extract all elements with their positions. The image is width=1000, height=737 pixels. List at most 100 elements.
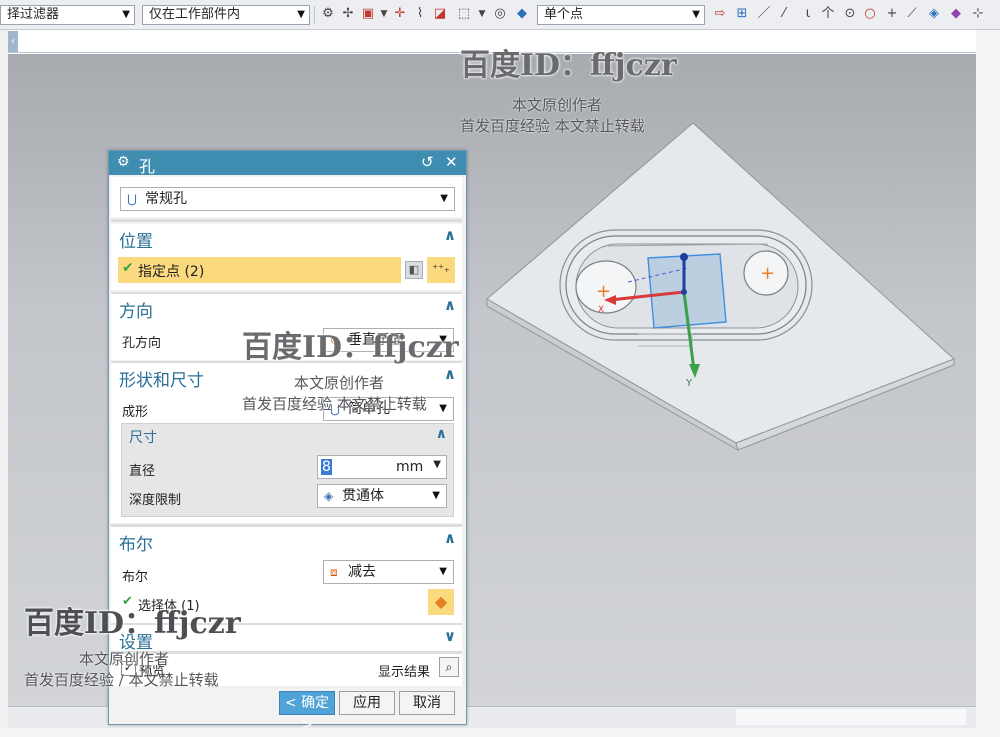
deselect-icon[interactable]: ✢ bbox=[340, 5, 356, 23]
quadrant-point-icon[interactable]: ○ bbox=[862, 5, 878, 23]
curve-rule-icon[interactable]: ⌇ bbox=[412, 5, 428, 23]
specify-point-label: 指定点 (2) bbox=[138, 264, 205, 280]
watermark-line2: 首发百度经验 / 本文禁止转载 bbox=[24, 671, 219, 689]
watermark-line1: 本文原创作者 bbox=[79, 650, 170, 668]
window-frame-bottom bbox=[0, 728, 1000, 737]
chevron-down-icon: ▼ bbox=[432, 490, 440, 501]
direction-section-header[interactable]: 方向 ∧ bbox=[111, 294, 462, 322]
diameter-value[interactable]: 8 bbox=[321, 459, 332, 475]
chevron-up-icon[interactable]: ∧ bbox=[436, 426, 447, 442]
watermark-line1: 本文原创作者 bbox=[294, 374, 385, 392]
chevron-down-icon[interactable]: ∨ bbox=[444, 627, 456, 645]
hole-center-marker: + bbox=[760, 263, 775, 284]
snap-point-value: 单个点 bbox=[544, 7, 584, 22]
body-select-icon[interactable]: ◆ bbox=[514, 5, 530, 23]
check-icon: ✔ bbox=[122, 260, 134, 276]
boolean-section-title: 布尔 bbox=[119, 535, 153, 555]
rectangle-select-icon[interactable]: ⬚ bbox=[456, 5, 472, 23]
chevron-down-icon: ▼ bbox=[439, 566, 447, 577]
watermark-line2: 首发百度经验 本文禁止转载 bbox=[242, 395, 427, 413]
point-on-curve-icon[interactable]: ⟋ bbox=[904, 5, 920, 23]
dialog-title: 孔 bbox=[139, 157, 156, 176]
dialog-titlebar[interactable]: ⚙ 孔 ↺ ✕ bbox=[109, 151, 466, 176]
diameter-field[interactable]: 8 mm ▼ bbox=[317, 455, 447, 479]
chevron-down-icon: ▼ bbox=[692, 9, 700, 20]
watermark-id: 百度ID：ffjczr bbox=[24, 606, 241, 641]
selection-scope-dropdown[interactable]: 仅在工作部件内 ▼ bbox=[142, 5, 310, 25]
watermark-line2: 首发百度经验 本文禁止转载 bbox=[460, 117, 645, 135]
specify-point-row[interactable]: ✔ 指定点 (2) bbox=[118, 257, 401, 283]
close-icon[interactable]: ✕ bbox=[445, 153, 458, 171]
depth-limit-label: 深度限制 bbox=[129, 493, 182, 508]
form-label: 成形 bbox=[122, 405, 149, 420]
csys-origin bbox=[681, 289, 687, 295]
top-toolbar: 择过滤器 ▼ 仅在工作部件内 ▼ ⚙ ✢ ▣ ▼ ✛ ⌇ ◪ ⬚ ▼ ◎ ◆ 单… bbox=[0, 0, 1000, 30]
chevron-down-icon[interactable]: ▼ bbox=[433, 459, 441, 470]
point-on-face-icon[interactable]: ◈ bbox=[926, 5, 942, 23]
position-section-title: 位置 bbox=[119, 232, 153, 252]
boolean-dropdown[interactable]: ⧈ 减去 ▼ bbox=[323, 560, 454, 584]
select-all-icon[interactable]: ⚙ bbox=[320, 5, 336, 23]
apply-button[interactable]: 应用 bbox=[339, 691, 395, 715]
control-point-icon[interactable]: ɩ bbox=[800, 5, 816, 23]
cancel-button[interactable]: 取消 bbox=[399, 691, 455, 715]
chevron-up-icon[interactable]: ∧ bbox=[444, 296, 456, 314]
chevron-down-icon: ▼ bbox=[122, 9, 130, 20]
bounded-grid-icon[interactable]: ◆ bbox=[948, 5, 964, 23]
snap-grid-icon[interactable]: ⊞ bbox=[734, 5, 750, 23]
depth-limit-value: 贯通体 bbox=[342, 488, 384, 504]
chevron-left-icon[interactable]: ‹ bbox=[8, 31, 18, 52]
point-dialog-icon[interactable]: ⁺⁺₊ bbox=[427, 257, 455, 283]
existing-point-icon[interactable]: + bbox=[884, 5, 900, 23]
chevron-up-icon[interactable]: ∧ bbox=[444, 529, 456, 547]
boolean-value: 减去 bbox=[348, 564, 376, 580]
diameter-unit: mm bbox=[396, 459, 424, 475]
chevron-down-icon: ▼ bbox=[440, 193, 448, 204]
intersection-icon[interactable]: 个 bbox=[820, 5, 836, 23]
position-section-header[interactable]: 位置 ∧ bbox=[111, 224, 462, 252]
depth-limit-dropdown[interactable]: ◈ 贯通体 ▼ bbox=[317, 484, 447, 508]
shape-section-title: 形状和尺寸 bbox=[119, 371, 204, 391]
window-frame-right bbox=[976, 30, 1000, 730]
arc-center-icon[interactable]: ⊙ bbox=[842, 5, 858, 23]
show-result-label: 显示结果 bbox=[378, 665, 431, 680]
watermark: 百度ID：ffjczr 本文原创作者 首发百度经验 / 本文禁止转载 bbox=[24, 598, 241, 690]
endpoint-icon[interactable]: ／ bbox=[756, 5, 772, 23]
midpoint-icon[interactable]: ⁄ bbox=[776, 5, 792, 23]
diameter-label: 直径 bbox=[129, 464, 156, 479]
hole-direction-label: 孔方向 bbox=[122, 336, 162, 351]
feature-select-icon[interactable]: ▣ bbox=[360, 5, 376, 23]
face-rule-icon[interactable]: ◪ bbox=[432, 5, 448, 23]
watermark: 百度ID：ffjczr 本文原创作者 首发百度经验 本文禁止转载 bbox=[460, 40, 677, 136]
show-result-button[interactable]: ⌕ bbox=[439, 657, 459, 677]
reset-icon[interactable]: ↺ bbox=[421, 153, 434, 171]
dimensions-header[interactable]: 尺寸 ∧ bbox=[122, 424, 453, 448]
snap-toggle-icon[interactable]: ⇨ bbox=[712, 5, 728, 23]
watermark-id: 百度ID：ffjczr bbox=[460, 48, 677, 83]
watermark: 百度ID：ffjczr 本文原创作者 首发百度经验 本文禁止转载 bbox=[242, 322, 459, 414]
window-frame-left bbox=[0, 30, 8, 730]
view-icon[interactable]: ◎ bbox=[492, 5, 508, 23]
chevron-down-icon[interactable]: ▼ bbox=[474, 5, 490, 23]
selection-scope-value: 仅在工作部件内 bbox=[149, 7, 241, 22]
hole-type-dropdown[interactable]: ⋃ 常规孔 ▼ bbox=[120, 187, 455, 211]
chevron-up-icon[interactable]: ∧ bbox=[444, 226, 456, 244]
status-area bbox=[736, 709, 966, 725]
watermark-line1: 本文原创作者 bbox=[512, 96, 603, 114]
ok-button[interactable]: < 确定 > bbox=[279, 691, 335, 733]
cube-icon[interactable]: ◆ bbox=[428, 589, 454, 615]
selection-filter-value: 择过滤器 bbox=[7, 7, 60, 22]
chevron-down-icon[interactable]: ▼ bbox=[376, 5, 392, 23]
point-snap-icon[interactable]: ✛ bbox=[392, 5, 408, 23]
boolean-section-header[interactable]: 布尔 ∧ bbox=[111, 527, 462, 555]
z-axis-handle bbox=[680, 253, 688, 261]
snap-point-dropdown[interactable]: 单个点 ▼ bbox=[537, 5, 705, 25]
direction-section-title: 方向 bbox=[119, 302, 153, 322]
hole-type-icon: ⋃ bbox=[127, 192, 137, 206]
selection-filter-dropdown[interactable]: 择过滤器 ▼ bbox=[0, 5, 135, 25]
snap-more-icon[interactable]: ⊹ bbox=[970, 5, 986, 23]
subtract-icon: ⧈ bbox=[330, 565, 338, 579]
toolbar-divider bbox=[314, 6, 315, 24]
watermark-id: 百度ID：ffjczr bbox=[242, 330, 459, 365]
sketch-section-icon[interactable]: ◧ bbox=[405, 261, 423, 279]
